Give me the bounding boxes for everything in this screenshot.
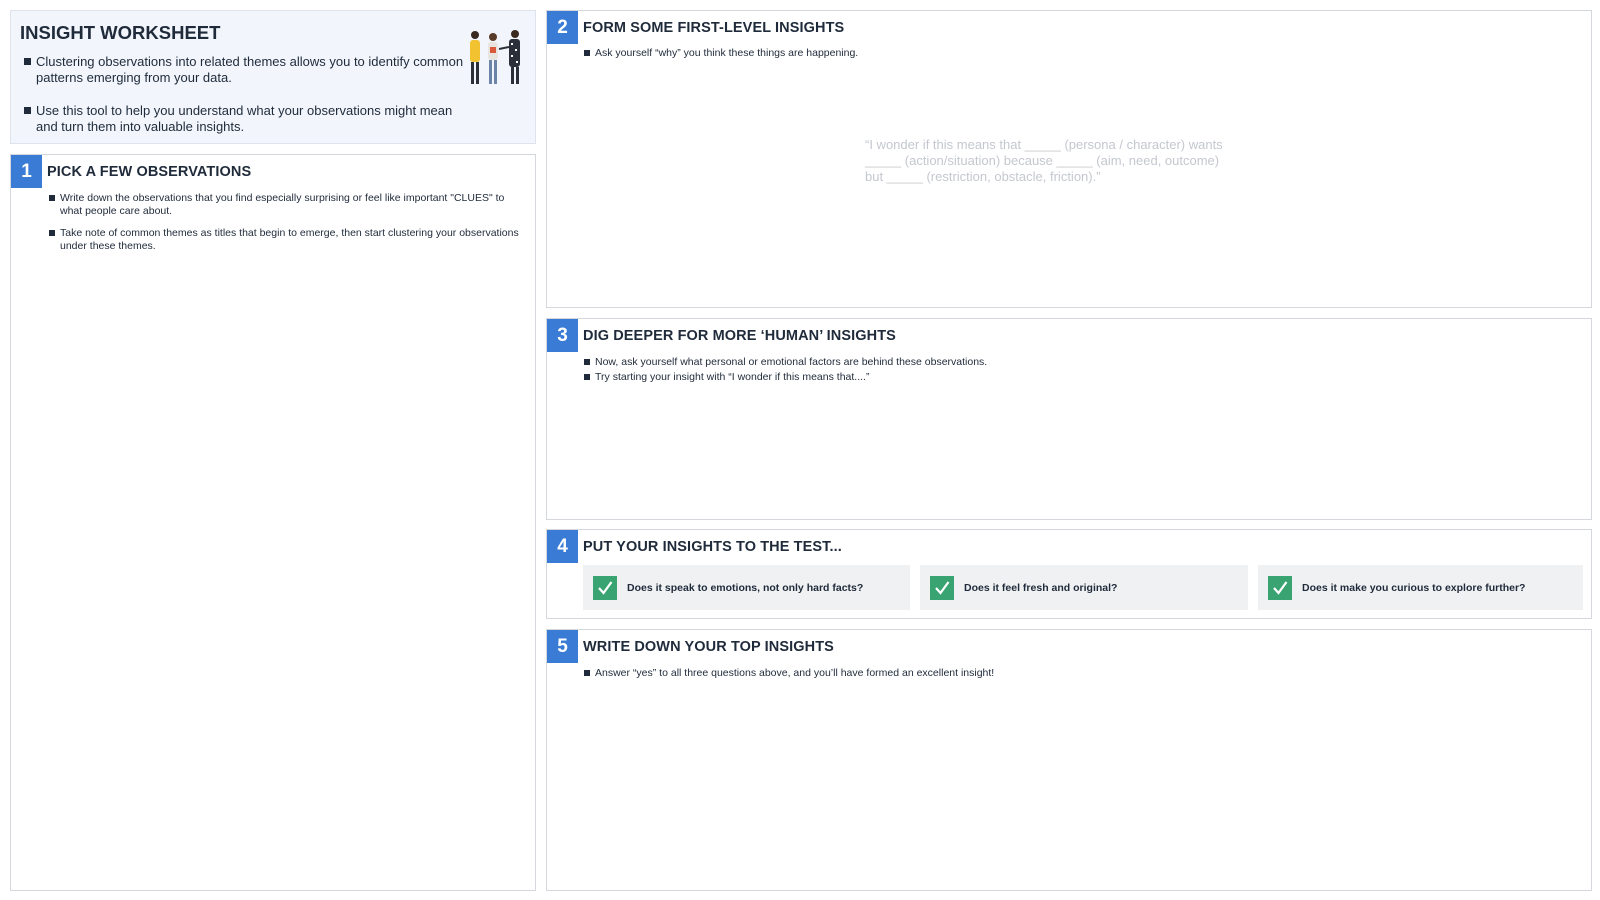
people-group-illustration-icon xyxy=(470,30,520,84)
panel-title: DIG DEEPER FOR MORE ‘HUMAN’ INSIGHTS xyxy=(583,328,896,344)
panel-bullets: Answer “yes” to all three questions abov… xyxy=(584,667,994,680)
panel-bullet: Try starting your insight with “I wonder… xyxy=(584,371,987,384)
intro-bullet: Clustering observations into related the… xyxy=(24,54,464,86)
step-number: 1 xyxy=(11,155,42,188)
panel-title: PICK A FEW OBSERVATIONS xyxy=(47,164,252,180)
checkmark-icon[interactable] xyxy=(1268,575,1292,600)
observations-panel: 1 PICK A FEW OBSERVATIONS Write down the… xyxy=(10,154,536,891)
intro-bullets: Clustering observations into related the… xyxy=(24,54,464,152)
step-number: 5 xyxy=(547,630,578,663)
insight-template-hint: “I wonder if this means that _____ (pers… xyxy=(865,137,1223,184)
panel-bullet: Now, ask yourself what personal or emoti… xyxy=(584,356,987,369)
panel-bullet: Take note of common themes as titles tha… xyxy=(49,227,529,253)
check-card-emotions: Does it speak to emotions, not only hard… xyxy=(583,565,910,610)
panel-bullet: Answer “yes” to all three questions abov… xyxy=(584,667,994,680)
checkmark-icon[interactable] xyxy=(930,575,954,600)
human-insights-panel: 3 DIG DEEPER FOR MORE ‘HUMAN’ INSIGHTS N… xyxy=(546,318,1592,520)
panel-title: FORM SOME FIRST-LEVEL INSIGHTS xyxy=(583,20,845,36)
check-label: Does it feel fresh and original? xyxy=(964,581,1118,594)
check-card-curious: Does it make you curious to explore furt… xyxy=(1258,565,1583,610)
intro-panel: INSIGHT WORKSHEET Clustering observation… xyxy=(10,10,536,144)
step-number: 4 xyxy=(547,530,578,563)
test-insights-panel: 4 PUT YOUR INSIGHTS TO THE TEST... Does … xyxy=(546,529,1592,619)
panel-bullet: Ask yourself “why” you think these thing… xyxy=(584,47,858,60)
check-label: Does it make you curious to explore furt… xyxy=(1302,581,1526,594)
panel-title: PUT YOUR INSIGHTS TO THE TEST... xyxy=(583,539,842,555)
step-number: 2 xyxy=(547,11,578,44)
checkmark-icon[interactable] xyxy=(593,575,617,600)
panel-title: WRITE DOWN YOUR TOP INSIGHTS xyxy=(583,639,834,655)
panel-bullets: Ask yourself “why” you think these thing… xyxy=(584,47,858,60)
top-insights-panel: 5 WRITE DOWN YOUR TOP INSIGHTS Answer “y… xyxy=(546,629,1592,891)
panel-bullet: Write down the observations that you fin… xyxy=(49,192,529,218)
intro-bullet: Use this tool to help you understand wha… xyxy=(24,103,464,135)
panel-bullets: Write down the observations that you fin… xyxy=(49,192,529,262)
check-card-fresh: Does it feel fresh and original? xyxy=(920,565,1248,610)
first-level-insights-panel: 2 FORM SOME FIRST-LEVEL INSIGHTS Ask you… xyxy=(546,10,1592,308)
worksheet-title: INSIGHT WORKSHEET xyxy=(20,22,221,43)
check-label: Does it speak to emotions, not only hard… xyxy=(627,581,864,594)
step-number: 3 xyxy=(547,319,578,352)
panel-bullets: Now, ask yourself what personal or emoti… xyxy=(584,356,987,386)
